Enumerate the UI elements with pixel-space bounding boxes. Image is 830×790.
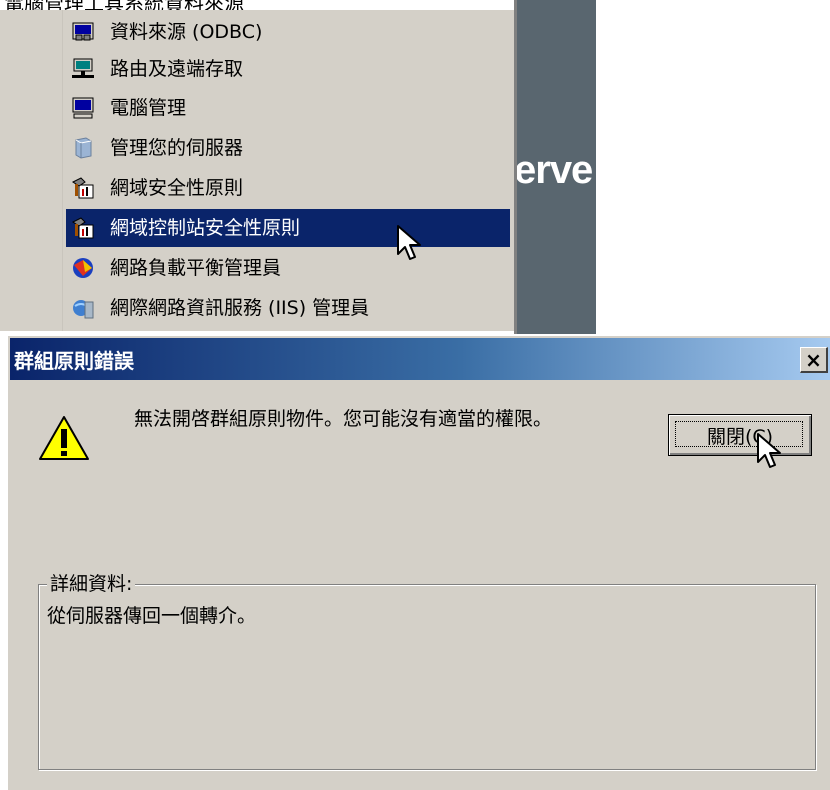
admin-tools-menu: 資料來源 (ODBC) 路由及遠端存取 電腦管理 管理您的伺服器 網域安全性原則… xyxy=(0,10,514,331)
mouse-cursor-icon xyxy=(397,225,421,260)
menu-item-label: 資料來源 (ODBC) xyxy=(110,20,263,43)
menu-item-label: 網域安全性原則 xyxy=(110,176,244,199)
menu-item-manage-server[interactable]: 管理您的伺服器 xyxy=(66,129,510,167)
error-message: 無法開啓群組原則物件。您可能沒有適當的權限。 xyxy=(134,408,553,430)
banner-text: erve xyxy=(514,148,593,192)
menu-border xyxy=(514,0,517,334)
menu-item-dc-security-policy[interactable]: 網域控制站安全性原則 xyxy=(66,209,510,247)
close-button[interactable]: 關閉(C) xyxy=(668,414,812,456)
computer-management-icon xyxy=(70,95,96,121)
clipped-menu-text: 電腦管理工具系統資料來源 xyxy=(0,0,596,10)
details-text: 從伺服器傳回一個轉介。 xyxy=(47,605,257,627)
group-policy-error-dialog: 群組原則錯誤 × 無法開啓群組原則物件。您可能沒有適當的權限。 關閉(C) 詳細… xyxy=(6,334,830,790)
dialog-titlebar[interactable]: 群組原則錯誤 × xyxy=(10,338,830,380)
network-load-balancing-icon xyxy=(70,255,96,281)
menu-item-label: 網際網路資訊服務 (IIS) 管理員 xyxy=(110,296,370,319)
dc-security-policy-icon xyxy=(70,215,96,241)
menu-item-label: 網域控制站安全性原則 xyxy=(110,216,301,239)
manage-server-icon xyxy=(70,135,96,161)
menu-item-label: 電腦管理 xyxy=(110,96,187,119)
details-label: 詳細資料: xyxy=(47,573,136,595)
odbc-data-sources-icon xyxy=(70,19,96,45)
domain-security-policy-icon xyxy=(70,175,96,201)
menu-item-routing[interactable]: 路由及遠端存取 xyxy=(66,50,510,88)
warning-icon xyxy=(39,416,89,460)
mouse-cursor-icon xyxy=(757,433,781,468)
close-icon: × xyxy=(805,347,822,372)
menu-item-network-load-balancing[interactable]: 網路負載平衡管理員 xyxy=(66,249,510,287)
menu-item-label: 管理您的伺服器 xyxy=(110,136,244,159)
menu-item-iis-manager[interactable]: 網際網路資訊服務 (IIS) 管理員 xyxy=(66,289,510,327)
details-groupbox: 詳細資料: 從伺服器傳回一個轉介。 xyxy=(38,573,816,770)
windows-server-banner: erve xyxy=(514,0,596,334)
iis-manager-icon xyxy=(70,295,96,321)
menu-side-stripe xyxy=(0,10,63,331)
menu-item-computer-management[interactable]: 電腦管理 xyxy=(66,89,510,127)
menu-item-label: 網路負載平衡管理員 xyxy=(110,256,282,279)
menu-item-domain-security-policy[interactable]: 網域安全性原則 xyxy=(66,169,510,207)
menu-item-odbc[interactable]: 資料來源 (ODBC) xyxy=(66,13,510,51)
title-close-button[interactable]: × xyxy=(800,347,828,373)
menu-item-label: 路由及遠端存取 xyxy=(110,57,244,80)
clipped-menu-label: 電腦管理工具系統資料來源 xyxy=(4,0,244,10)
dialog-title: 群組原則錯誤 xyxy=(14,348,134,373)
routing-remote-access-icon xyxy=(70,56,96,82)
